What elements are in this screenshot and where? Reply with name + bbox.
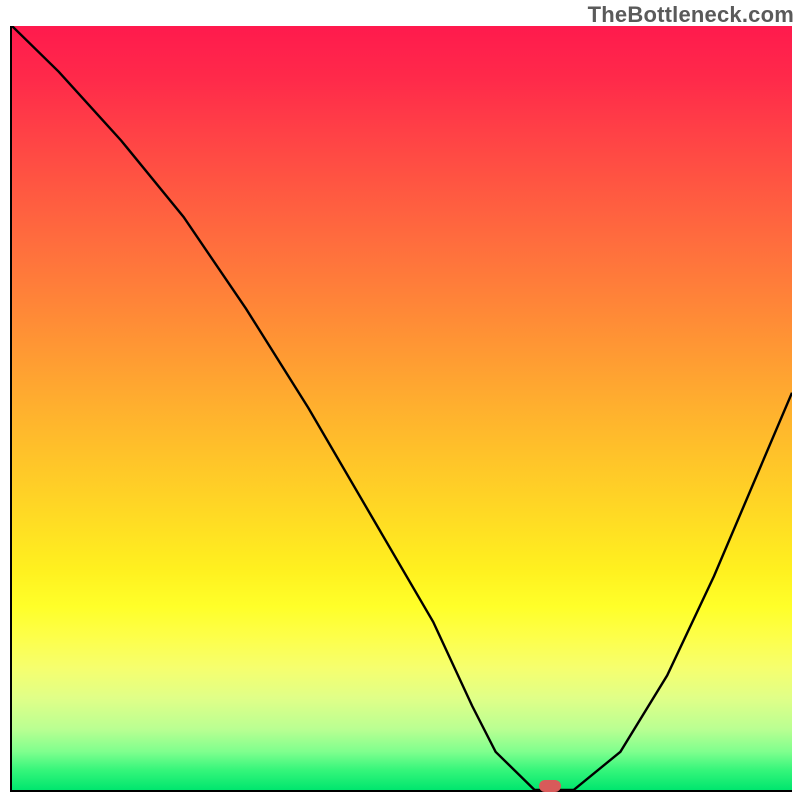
- chart-frame: TheBottleneck.com: [0, 0, 800, 800]
- bottleneck-curve: [12, 26, 792, 790]
- minimum-marker: [539, 780, 561, 792]
- watermark-text: TheBottleneck.com: [588, 2, 794, 28]
- curve-path: [12, 26, 792, 790]
- plot-area: [10, 26, 792, 792]
